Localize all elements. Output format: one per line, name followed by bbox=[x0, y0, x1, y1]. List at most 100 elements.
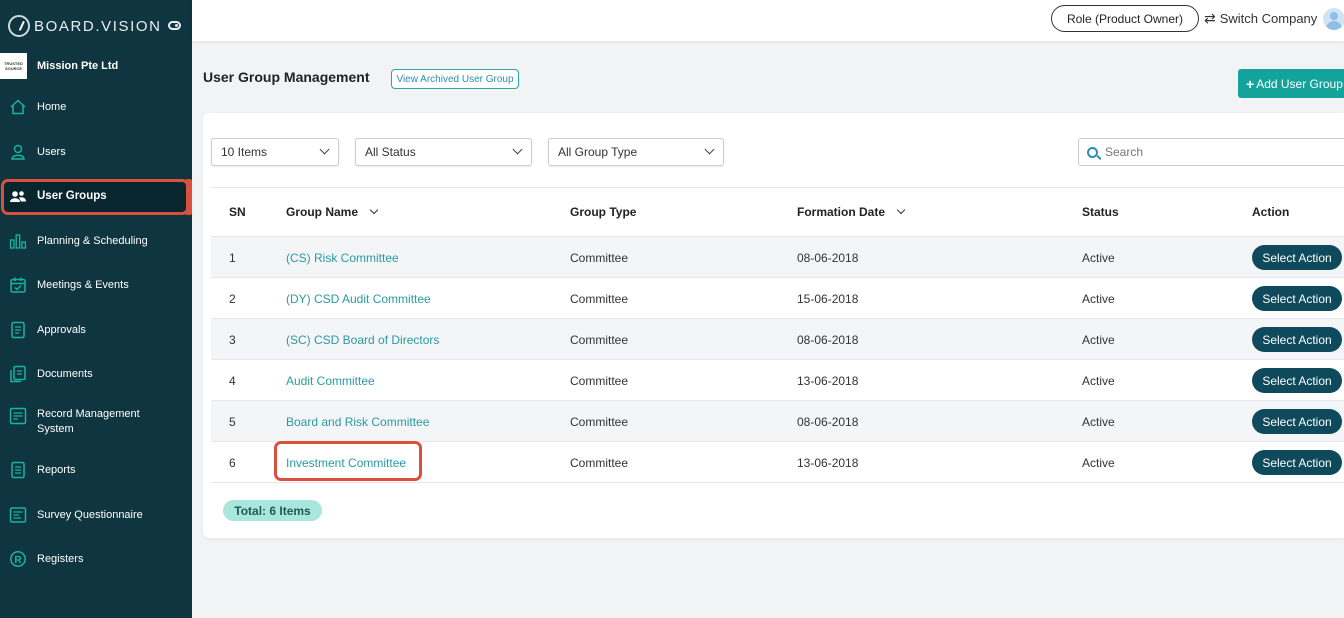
calendar-icon bbox=[9, 276, 27, 294]
cell-status: Active bbox=[1082, 374, 1115, 388]
plus-icon: + bbox=[1246, 75, 1255, 92]
select-action-button[interactable]: Select Action bbox=[1252, 450, 1342, 475]
sidebar-item-record-management[interactable]: Record Management System bbox=[0, 405, 192, 437]
cell-status: Active bbox=[1082, 251, 1115, 265]
select-action-button[interactable]: Select Action bbox=[1252, 368, 1342, 393]
header-group-type: Group Type bbox=[570, 205, 637, 219]
search-input[interactable] bbox=[1105, 145, 1305, 159]
home-icon bbox=[9, 98, 27, 116]
svg-text:R: R bbox=[14, 555, 22, 566]
sidebar-item-label: Planning & Scheduling bbox=[37, 234, 148, 247]
header-group-name[interactable]: Group Name bbox=[286, 205, 379, 219]
status-filter-value: All Status bbox=[365, 145, 416, 159]
cell-status: Active bbox=[1082, 456, 1115, 470]
cell-sn: 4 bbox=[229, 374, 236, 388]
sidebar-item-user-groups[interactable]: User Groups bbox=[0, 187, 192, 205]
sidebar-item-label: Documents bbox=[37, 367, 93, 380]
header-status: Status bbox=[1082, 205, 1119, 219]
user-icon bbox=[9, 143, 27, 161]
select-action-button[interactable]: Select Action bbox=[1252, 245, 1342, 270]
group-name-link[interactable]: (CS) Risk Committee bbox=[286, 251, 399, 265]
view-archived-button[interactable]: View Archived User Group bbox=[391, 69, 519, 89]
company-logo: TRUSTED SOURCE bbox=[0, 53, 27, 79]
header-action: Action bbox=[1252, 205, 1290, 219]
sidebar-item-label: Survey Questionnaire bbox=[37, 508, 143, 521]
select-action-button[interactable]: Select Action bbox=[1252, 409, 1342, 434]
sidebar-item-label: Registers bbox=[37, 552, 84, 565]
sidebar-item-survey-questionnaire[interactable]: Survey Questionnaire bbox=[0, 506, 192, 524]
sidebar-item-users[interactable]: Users bbox=[0, 143, 192, 161]
status-filter-select[interactable]: All Status bbox=[355, 138, 532, 166]
search-box[interactable] bbox=[1078, 138, 1344, 166]
record-icon bbox=[9, 407, 27, 425]
chevron-down-icon bbox=[319, 144, 330, 155]
brand-name: BOARD.VISION bbox=[34, 17, 162, 35]
total-items-badge: Total: 6 Items bbox=[223, 500, 322, 521]
items-per-page-select[interactable]: 10 Items bbox=[211, 138, 339, 166]
search-icon bbox=[1087, 146, 1098, 158]
sidebar-item-reports[interactable]: Reports bbox=[0, 461, 192, 479]
add-user-group-label: Add User Group bbox=[1256, 76, 1343, 91]
user-group-icon bbox=[9, 187, 27, 205]
survey-icon bbox=[9, 506, 27, 524]
top-bar: Role (Product Owner) ⇄ Switch Company bbox=[192, 0, 1344, 41]
add-user-group-button[interactable]: + Add User Group bbox=[1238, 69, 1344, 98]
page-title: User Group Management bbox=[203, 69, 370, 85]
cell-group-type: Committee bbox=[570, 374, 629, 388]
sidebar-item-label-line: Record Management bbox=[37, 408, 140, 420]
table-row: 1 (CS) Risk Committee Committee 08-06-20… bbox=[211, 237, 1344, 278]
cell-sn: 2 bbox=[229, 292, 236, 306]
cell-formation-date: 15-06-2018 bbox=[797, 292, 859, 306]
group-name-link[interactable]: Board and Risk Committee bbox=[286, 415, 429, 429]
sidebar-item-label: User Groups bbox=[37, 189, 107, 202]
avatar[interactable] bbox=[1323, 8, 1344, 30]
header-sn: SN bbox=[229, 205, 246, 219]
group-name-link[interactable]: (SC) CSD Board of Directors bbox=[286, 333, 439, 347]
sidebar-item-approvals[interactable]: Approvals bbox=[0, 321, 192, 339]
sidebar-item-label: Meetings & Events bbox=[37, 278, 129, 291]
select-action-button[interactable]: Select Action bbox=[1252, 327, 1342, 352]
switch-company-label: Switch Company bbox=[1219, 10, 1318, 26]
sidebar-item-label: Reports bbox=[37, 463, 76, 476]
header-group-name-label: Group Name bbox=[286, 205, 359, 219]
sidebar-item-documents[interactable]: Documents bbox=[0, 365, 192, 383]
cell-formation-date: 08-06-2018 bbox=[797, 251, 859, 265]
registers-icon: R bbox=[9, 550, 27, 568]
sidebar-item-registers[interactable]: R Registers bbox=[0, 550, 192, 568]
select-action-button[interactable]: Select Action bbox=[1252, 286, 1342, 311]
role-button[interactable]: Role (Product Owner) bbox=[1051, 5, 1199, 32]
sidebar-item-planning-scheduling[interactable]: Planning & Scheduling bbox=[0, 232, 192, 250]
sidebar: BOARD.VISION TRUSTED SOURCE Mission Pte … bbox=[0, 0, 192, 618]
sort-chevron-icon[interactable] bbox=[369, 205, 379, 215]
cell-group-type: Committee bbox=[570, 333, 629, 347]
header-formation-date[interactable]: Formation Date bbox=[797, 205, 906, 219]
sidebar-item-meetings-events[interactable]: Meetings & Events bbox=[0, 276, 192, 294]
cell-status: Active bbox=[1082, 292, 1115, 306]
table-row: 4 Audit Committee Committee 13-06-2018 A… bbox=[211, 360, 1344, 401]
switch-icon: ⇄ bbox=[1204, 9, 1216, 26]
cell-sn: 3 bbox=[229, 333, 236, 347]
report-icon bbox=[9, 461, 27, 479]
group-type-filter-value: All Group Type bbox=[558, 145, 638, 159]
group-type-filter-select[interactable]: All Group Type bbox=[548, 138, 724, 166]
brand[interactable]: BOARD.VISION bbox=[8, 14, 162, 38]
cell-sn: 1 bbox=[229, 251, 236, 265]
brand-logo-icon bbox=[8, 15, 30, 37]
group-name-link[interactable]: (DY) CSD Audit Committee bbox=[286, 292, 431, 306]
table-row: 3 (SC) CSD Board of Directors Committee … bbox=[211, 319, 1344, 360]
cell-status: Active bbox=[1082, 415, 1115, 429]
bar-chart-icon bbox=[9, 232, 27, 250]
cell-status: Active bbox=[1082, 333, 1115, 347]
switch-company-button[interactable]: ⇄ Switch Company bbox=[1204, 10, 1317, 26]
company-switcher[interactable]: TRUSTED SOURCE Mission Pte Ltd bbox=[0, 53, 192, 79]
cell-sn: 6 bbox=[229, 456, 236, 470]
sort-chevron-icon[interactable] bbox=[896, 205, 906, 215]
cell-formation-date: 13-06-2018 bbox=[797, 456, 859, 470]
divider bbox=[211, 187, 1344, 188]
items-per-page-value: 10 Items bbox=[221, 145, 268, 159]
group-name-link[interactable]: Audit Committee bbox=[286, 374, 375, 388]
document-icon bbox=[9, 321, 27, 339]
sidebar-item-home[interactable]: Home bbox=[0, 98, 192, 116]
sidebar-toggle-icon[interactable] bbox=[168, 21, 181, 30]
company-logo-text: SOURCE bbox=[4, 66, 23, 71]
